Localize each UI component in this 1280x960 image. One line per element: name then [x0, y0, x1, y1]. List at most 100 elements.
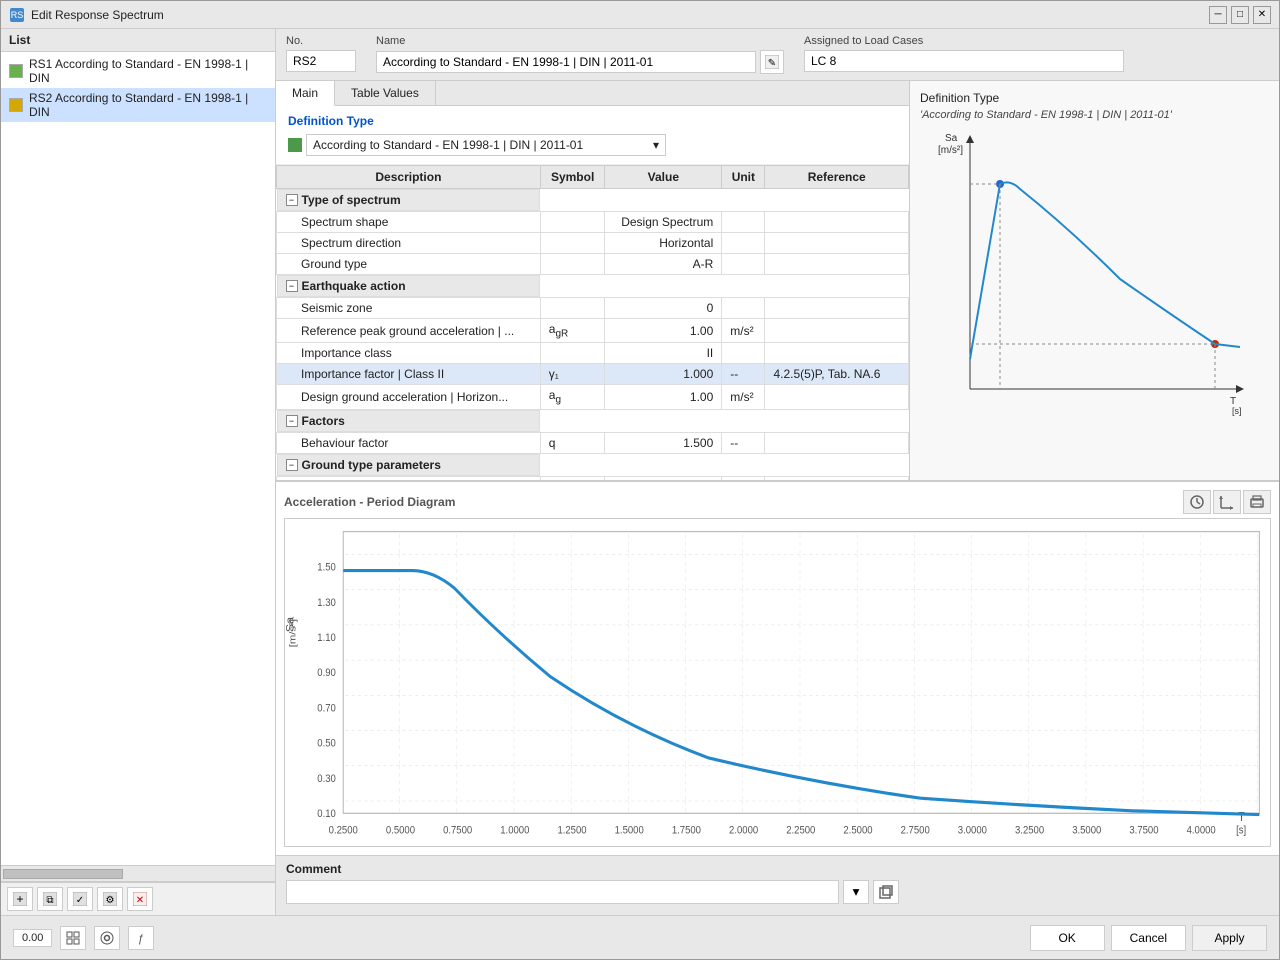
collapse-spectrum-btn[interactable]: −: [286, 194, 298, 206]
svg-text:Sa: Sa: [945, 133, 958, 144]
col-value: Value: [605, 166, 722, 189]
diagram-clock-btn[interactable]: [1183, 490, 1211, 514]
definition-type-label: Definition Type: [288, 114, 897, 128]
diagram-print-btn[interactable]: [1243, 490, 1271, 514]
svg-text:1.10: 1.10: [317, 632, 336, 644]
comment-left: Comment ▾: [276, 856, 909, 915]
comment-input[interactable]: [286, 880, 839, 904]
edit-icon: ✎: [765, 55, 779, 69]
apply-button[interactable]: Apply: [1192, 925, 1267, 951]
horizontal-scrollbar[interactable]: [1, 866, 275, 882]
svg-text:0.5000: 0.5000: [386, 825, 415, 837]
left-panel-bottom: + ⧉ ✓ ⚙ ✕: [1, 865, 275, 915]
check-button[interactable]: ✓: [67, 887, 93, 911]
status-settings-btn[interactable]: [94, 926, 120, 950]
comment-dropdown-btn[interactable]: ▾: [843, 880, 869, 904]
dropdown-icon: ▾: [853, 884, 860, 900]
name-edit-button[interactable]: ✎: [760, 50, 784, 74]
col-unit: Unit: [722, 166, 765, 189]
left-panel: List RS1 According to Standard - EN 1998…: [1, 29, 276, 915]
diagram-axes-btn[interactable]: [1213, 490, 1241, 514]
copy-comment-icon: [879, 885, 893, 899]
comment-area: Comment ▾: [276, 855, 1279, 915]
desc-imp-class: Importance class: [277, 343, 541, 364]
collapse-ground-btn[interactable]: −: [286, 459, 298, 471]
val-imp-factor: 1.000: [605, 364, 722, 385]
bottom-diagram: Acceleration - Period Diagram: [276, 481, 1279, 855]
val-ref-peak: 1.00: [605, 319, 722, 343]
sym-ref-peak: agR: [540, 319, 605, 343]
section-factors: − Factors: [277, 409, 909, 432]
tab-main[interactable]: Main: [276, 81, 335, 106]
name-input[interactable]: [376, 51, 756, 73]
svg-text:✕: ✕: [136, 895, 144, 906]
col-symbol: Symbol: [540, 166, 605, 189]
no-input[interactable]: [286, 50, 356, 72]
collapse-earthquake-btn[interactable]: −: [286, 280, 298, 292]
restore-button[interactable]: □: [1231, 6, 1249, 24]
row-spectrum-direction: Spectrum direction Horizontal: [277, 233, 909, 254]
section-earthquake: − Earthquake action: [277, 275, 909, 298]
name-field-row: ✎: [376, 50, 784, 74]
delete-icon: ✕: [133, 892, 147, 906]
list-items: RS1 According to Standard - EN 1998-1 | …: [1, 52, 275, 865]
config-button[interactable]: ⚙: [97, 887, 123, 911]
properties-table: Description Symbol Value Unit Reference: [276, 165, 909, 480]
list-item-rs1[interactable]: RS1 According to Standard - EN 1998-1 | …: [1, 54, 275, 88]
svg-text:1.0000: 1.0000: [500, 825, 529, 837]
ref-behaviour: [765, 432, 909, 453]
copy-button[interactable]: ⧉: [37, 887, 63, 911]
table-container: Description Symbol Value Unit Reference: [276, 165, 909, 480]
row-behaviour-factor: Behaviour factor q 1.500 --: [277, 432, 909, 453]
val-ground-type: A-R: [605, 254, 722, 275]
comment-copy-btn[interactable]: [873, 880, 899, 904]
svg-text:⚙: ⚙: [106, 895, 115, 906]
rs2-label: RS2 According to Standard - EN 1998-1 | …: [29, 91, 267, 119]
unit-spectrum-dir: [722, 233, 765, 254]
rs1-color: [9, 64, 23, 78]
desc-imp-factor: Importance factor | Class II: [277, 364, 541, 385]
svg-text:T: T: [1238, 810, 1244, 824]
config-icon: ⚙: [103, 892, 117, 906]
scroll-thumb[interactable]: [3, 869, 123, 879]
right-area: No. Name ✎ Assigned to Load Cases: [276, 29, 1279, 915]
sym-spectrum-shape: [540, 212, 605, 233]
section-ground-params: − Ground type parameters: [277, 453, 909, 476]
svg-text:1.5000: 1.5000: [615, 825, 644, 837]
assigned-input[interactable]: [804, 50, 1124, 72]
unit-seismic-zone: [722, 298, 765, 319]
svg-text:✓: ✓: [76, 895, 84, 906]
row-ground-type: Ground type A-R: [277, 254, 909, 275]
mini-chart-svg: Sa [m/s²] T [s]: [920, 129, 1260, 429]
row-importance-class: Importance class II: [277, 343, 909, 364]
svg-text:ƒ: ƒ: [138, 933, 144, 945]
definition-type-dropdown[interactable]: According to Standard - EN 1998-1 | DIN …: [306, 134, 666, 156]
diagram-title: Acceleration - Period Diagram: [284, 495, 455, 509]
minimize-button[interactable]: ─: [1209, 6, 1227, 24]
desc-design-accel: Design ground acceleration | Horizon...: [277, 385, 541, 409]
row-ref-peak: Reference peak ground acceleration | ...…: [277, 319, 909, 343]
collapse-factors-btn[interactable]: −: [286, 415, 298, 427]
ref-seismic-zone: [765, 298, 909, 319]
row-design-accel: Design ground acceleration | Horizon... …: [277, 385, 909, 409]
svg-text:3.5000: 3.5000: [1072, 825, 1101, 837]
row-seismic-zone: Seismic zone 0: [277, 298, 909, 319]
sym-behaviour: q: [540, 432, 605, 453]
close-button[interactable]: ✕: [1253, 6, 1271, 24]
list-toolbar: + ⧉ ✓ ⚙ ✕: [1, 882, 275, 915]
delete-button[interactable]: ✕: [127, 887, 153, 911]
cancel-button[interactable]: Cancel: [1111, 925, 1186, 951]
add-button[interactable]: +: [7, 887, 33, 911]
ref-soil-factor: 3.2.2.2(1)P, Tab. NA.4: [765, 476, 909, 480]
diagram-tools: [1183, 490, 1271, 514]
mini-chart-subtitle: 'According to Standard - EN 1998-1 | DIN…: [920, 109, 1269, 121]
list-item-rs2[interactable]: RS2 According to Standard - EN 1998-1 | …: [1, 88, 275, 122]
status-grid-btn[interactable]: [60, 926, 86, 950]
ok-button[interactable]: OK: [1030, 925, 1105, 951]
status-formula-btn[interactable]: ƒ: [128, 926, 154, 950]
ref-ref-peak: [765, 319, 909, 343]
unit-ground-type: [722, 254, 765, 275]
definition-color: [288, 138, 302, 152]
upper-split: Main Table Values Definition Type Accord…: [276, 81, 1279, 481]
tab-table-values[interactable]: Table Values: [335, 81, 436, 105]
